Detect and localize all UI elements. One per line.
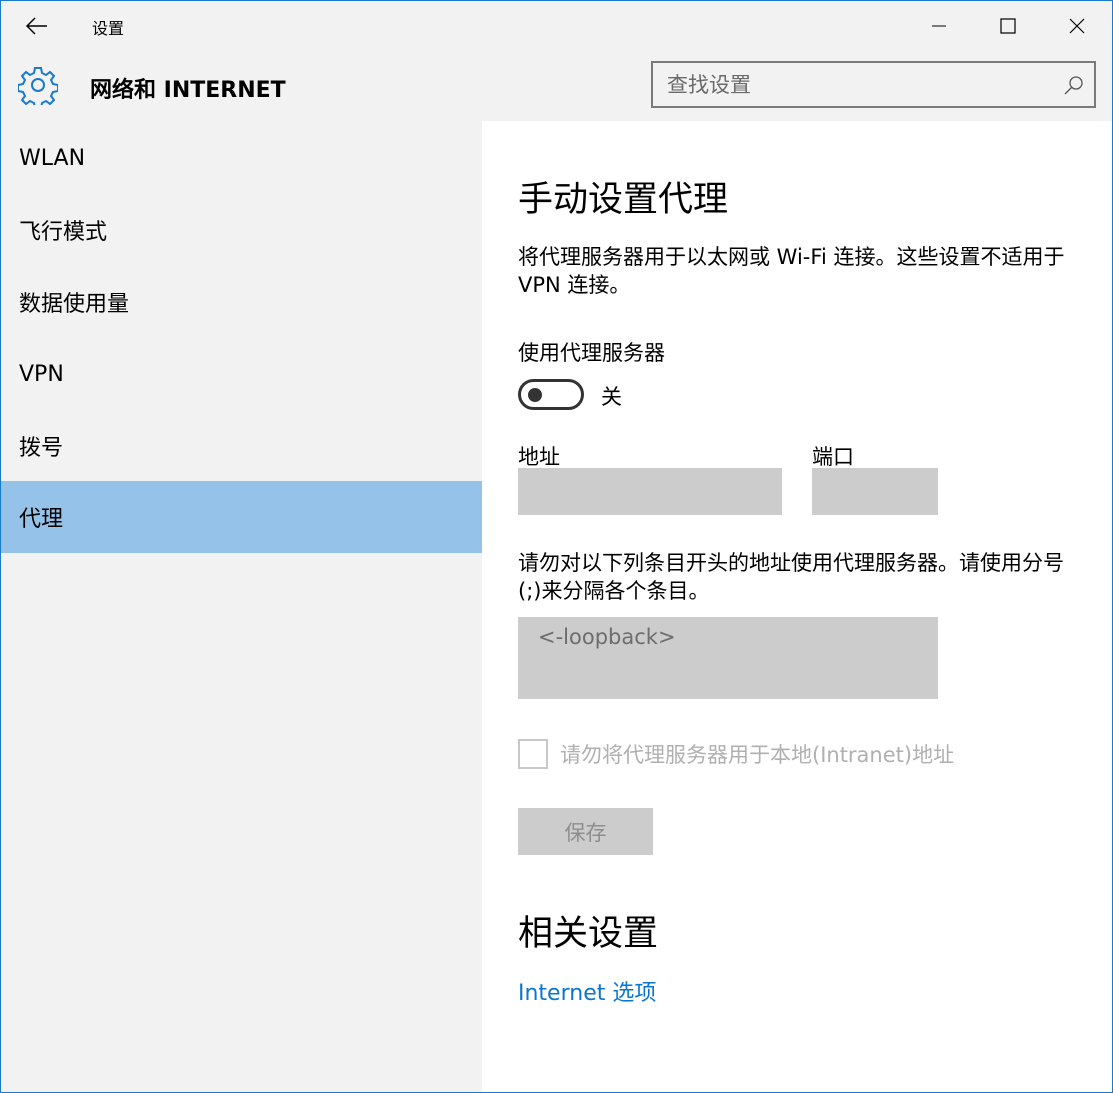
sidebar-item-label: VPN (19, 361, 64, 387)
sidebar-item-label: 数据使用量 (19, 292, 130, 317)
minimize-button[interactable] (905, 1, 973, 51)
address-label: 地址 (518, 445, 560, 469)
port-label: 端口 (812, 445, 854, 469)
sidebar-item-label: 拨号 (19, 436, 64, 461)
use-proxy-label: 使用代理服务器 (518, 341, 665, 365)
search-icon[interactable] (1064, 75, 1084, 95)
sidebar-item-dial-up[interactable]: 拨号 (1, 410, 482, 482)
close-button[interactable] (1043, 1, 1111, 51)
related-settings-heading: 相关设置 (518, 914, 659, 954)
main-content: 手动设置代理 将代理服务器用于以太网或 Wi-Fi 连接。这些设置不适用于 VP… (482, 121, 1112, 1092)
gear-icon (18, 67, 58, 105)
bypass-local-label: 请勿将代理服务器用于本地(Intranet)地址 (560, 743, 955, 767)
toggle-state-label: 关 (601, 385, 622, 409)
toggle-knob (528, 388, 542, 402)
back-button[interactable] (15, 7, 59, 45)
internet-options-link[interactable]: Internet 选项 (518, 975, 656, 1007)
maximize-icon (1000, 18, 1016, 34)
section-heading: 手动设置代理 (518, 180, 729, 220)
exceptions-field[interactable]: <-loopback> (518, 617, 938, 699)
minimize-icon (932, 25, 946, 27)
sidebar-item-vpn[interactable]: VPN (1, 338, 482, 410)
bypass-local-checkbox[interactable] (518, 739, 548, 769)
search-input[interactable] (667, 71, 1047, 99)
sidebar-item-label: WLAN (19, 145, 86, 171)
sidebar-item-label: 代理 (19, 507, 64, 532)
back-arrow-icon (26, 17, 47, 35)
title-bar: 设置 (1, 1, 1112, 51)
sidebar-item-proxy[interactable]: 代理 (1, 481, 482, 553)
maximize-button[interactable] (974, 1, 1042, 51)
sidebar-item-wlan[interactable]: WLAN (1, 122, 482, 194)
search-box[interactable] (651, 61, 1096, 108)
close-icon (1069, 18, 1085, 34)
page-title: 网络和 INTERNET (90, 78, 286, 103)
address-field[interactable] (518, 468, 782, 515)
save-button[interactable]: 保存 (518, 808, 653, 855)
sidebar-item-airplane-mode[interactable]: 飞行模式 (1, 194, 482, 266)
exceptions-description: 请勿对以下列条目开头的地址使用代理服务器。请使用分号(;)来分隔各个条目。 (518, 551, 1064, 603)
page-header: 网络和 INTERNET (1, 51, 1112, 121)
settings-window: 设置 网络和 INTERNET 查找设置 WLAN 飞行模式 数据使用量 VPN… (0, 0, 1113, 1093)
port-field[interactable] (812, 468, 938, 515)
sidebar-item-data-usage[interactable]: 数据使用量 (1, 266, 482, 338)
use-proxy-toggle[interactable] (518, 379, 584, 410)
proxy-description: 将代理服务器用于以太网或 Wi-Fi 连接。这些设置不适用于 VPN 连接。 (518, 245, 1065, 297)
sidebar-item-label: 飞行模式 (19, 220, 108, 245)
exceptions-value: <-loopback> (538, 625, 676, 649)
window-title: 设置 (92, 19, 125, 38)
sidebar: WLAN 飞行模式 数据使用量 VPN 拨号 代理 (1, 121, 482, 1092)
